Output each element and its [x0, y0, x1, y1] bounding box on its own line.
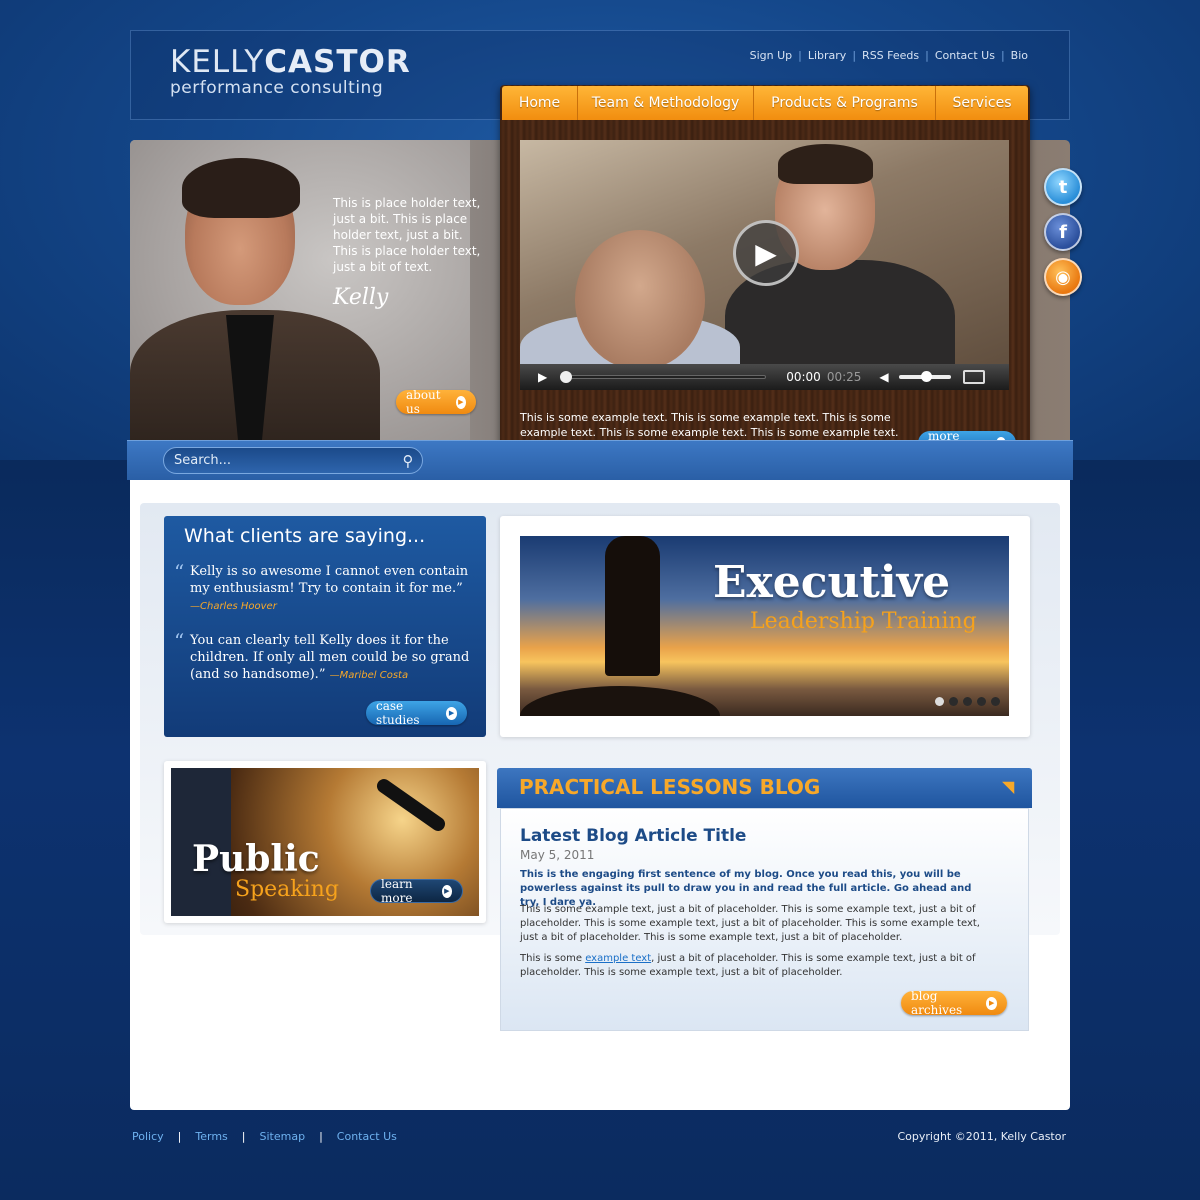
slider-dot[interactable] [991, 697, 1000, 706]
logo-first-name: KELLY [170, 44, 265, 80]
fullscreen-icon[interactable] [962, 370, 985, 384]
util-link-rss-feeds[interactable]: RSS Feeds [862, 49, 919, 62]
copyright: Copyright ©2011, Kelly Castor [897, 1130, 1066, 1143]
separator: | [852, 49, 857, 62]
video-player[interactable]: ▶ [520, 140, 1009, 390]
duration-time: 00:25 [826, 370, 862, 384]
blog-paragraph-1: This is some example text, just a bit of… [520, 904, 980, 943]
slider-dot[interactable] [949, 697, 958, 706]
nav-products-programs[interactable]: Products & Programs [754, 86, 936, 120]
quote-icon: “ [174, 560, 185, 584]
testimonial-text: Kelly is so awesome I cannot even contai… [190, 564, 469, 596]
twitter-icon[interactable]: t [1044, 168, 1082, 206]
footer-link-sitemap[interactable]: Sitemap [260, 1130, 306, 1143]
footer-link-contact-us[interactable]: Contact Us [337, 1130, 397, 1143]
about-us-button[interactable]: about us ▶ [396, 388, 476, 416]
search-input[interactable]: Search... [163, 447, 423, 474]
blog-date: May 5, 2011 [520, 848, 595, 862]
control-play-icon[interactable]: ▶ [538, 370, 547, 384]
footer-link-terms[interactable]: Terms [195, 1130, 227, 1143]
util-link-library[interactable]: Library [808, 49, 846, 62]
video-caption: This is some example text. This is some … [520, 411, 899, 439]
facebook-icon[interactable]: f [1044, 213, 1082, 251]
case-studies-button[interactable]: case studies ▶ [366, 699, 467, 727]
blog-header-title: PRACTICAL LESSONS BLOG [519, 775, 821, 799]
main-nav: Home Team & Methodology Products & Progr… [502, 86, 1028, 120]
separator: | [798, 49, 802, 62]
rss-feed-icon[interactable]: ◥ [1002, 777, 1020, 796]
banner-hill [520, 686, 720, 716]
banner-subtitle: Leadership Training [750, 609, 977, 634]
arrow-right-icon: ▶ [446, 706, 457, 720]
separator: | [319, 1130, 323, 1143]
logo-last-name: CASTOR [264, 44, 411, 80]
microphone-icon [374, 776, 448, 834]
volume-icon[interactable]: ◀ [879, 370, 888, 384]
blog-archives-button[interactable]: blog archives ▶ [901, 989, 1007, 1017]
blog-p2-start: This is some [520, 953, 586, 964]
case-studies-label: case studies [376, 699, 420, 727]
search-icon[interactable]: ⚲ [398, 451, 418, 471]
util-link-sign-up[interactable]: Sign Up [750, 49, 793, 62]
banner-silhouette [605, 536, 660, 676]
utility-nav: Sign Up | Library | RSS Feeds | Contact Us |… [750, 49, 1028, 62]
video-audience-head [575, 230, 705, 370]
testimonial-quote-1: Kelly is so awesome I cannot even contai… [190, 563, 470, 615]
blog-inline-link[interactable]: example text [585, 953, 651, 964]
logo[interactable]: KELLYCASTOR performance consulting [170, 44, 411, 98]
public-speaking-title: Public [192, 838, 320, 880]
util-link-bio[interactable]: Bio [1011, 49, 1028, 62]
video-controls: ▶ 00:00 00:25 ◀ [520, 364, 1009, 390]
separator: | [241, 1130, 246, 1143]
learn-more-button[interactable]: learn more ▶ [370, 877, 463, 905]
nav-team-methodology[interactable]: Team & Methodology [578, 86, 754, 120]
public-speaking-subtitle: Speaking [235, 877, 339, 902]
separator: | [925, 49, 929, 62]
portrait-hair [182, 158, 300, 218]
testimonial-quote-2: You can clearly tell Kelly does it for t… [190, 632, 470, 684]
footer-link-policy[interactable]: Policy [132, 1130, 164, 1143]
separator: | [1000, 49, 1005, 62]
video-presenter-hair [778, 144, 873, 184]
slider-dot[interactable] [935, 697, 944, 706]
arrow-right-icon: ▶ [986, 996, 997, 1010]
hero-signature: Kelly [333, 285, 389, 310]
slider-dot[interactable] [963, 697, 972, 706]
quote-icon: “ [174, 629, 185, 653]
hero-intro-text: This is place holder text, just a bit. T… [333, 196, 481, 274]
volume-slider[interactable] [898, 371, 951, 382]
util-link-contact-us[interactable]: Contact Us [935, 49, 995, 62]
separator: | [177, 1130, 182, 1143]
arrow-right-icon: ▶ [441, 884, 452, 898]
blog-paragraph-2: This is some example text, just a bit of… [520, 952, 990, 980]
progress-bar[interactable] [560, 371, 767, 383]
nav-services[interactable]: Services [936, 86, 1028, 120]
slider-pagination [935, 697, 1000, 706]
testimonials-title: What clients are saying... [184, 525, 426, 547]
logo-tagline: performance consulting [170, 78, 384, 98]
testimonial-author: —Maribel Costa [329, 670, 409, 681]
slider-dot[interactable] [977, 697, 986, 706]
progress-knob[interactable] [560, 371, 573, 383]
logo-wordmark: KELLYCASTOR [170, 44, 411, 80]
about-us-label: about us [406, 388, 441, 416]
footer-nav: Policy | Terms | Sitemap | Contact Us [132, 1130, 397, 1143]
nav-home[interactable]: Home [502, 86, 578, 120]
blog-archives-label: blog archives [911, 989, 963, 1017]
learn-more-label: learn more [381, 877, 413, 905]
play-icon[interactable]: ▶ [733, 220, 799, 286]
volume-knob[interactable] [920, 371, 932, 382]
current-time: 00:00 [786, 370, 821, 384]
blog-article-title[interactable]: Latest Blog Article Title [520, 826, 746, 846]
testimonial-author: —Charles Hoover [190, 601, 277, 612]
rss-icon[interactable]: ◉ [1044, 258, 1082, 296]
arrow-right-icon: ▶ [455, 395, 466, 409]
banner-title: Executive [713, 557, 951, 608]
